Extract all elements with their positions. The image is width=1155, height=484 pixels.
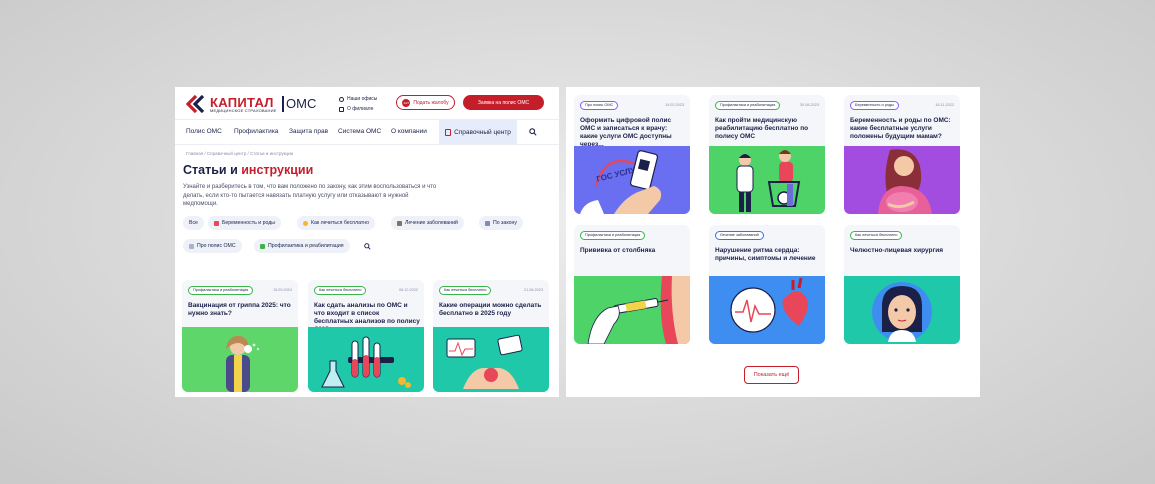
card-image (574, 276, 690, 344)
logo-mark-icon (186, 95, 205, 113)
card-date: 08.12.2022 (398, 288, 418, 292)
filter-chip-law[interactable]: По закону (479, 216, 523, 230)
brand-separator (282, 96, 284, 112)
offices-link[interactable]: Наши офисы (339, 94, 377, 104)
vaccine-syringe-illustration-icon (587, 276, 690, 344)
about-branch-link[interactable]: О филиале (339, 104, 377, 114)
page-intro: Узнайте и разберитесь в том, что вам пол… (183, 184, 437, 207)
test-tubes-illustration-icon (321, 336, 411, 388)
brand-subtitle: МЕДИЦИНСКОЕ СТРАХОВАНИЕ (210, 108, 277, 113)
card-title[interactable]: Прививка от столбняка (580, 247, 686, 255)
header-links: Наши офисы О филиале (339, 94, 377, 114)
card-tag[interactable]: Про полис ОМС (580, 101, 619, 110)
card-title[interactable]: Беременность и роды по ОМС: какие беспла… (850, 117, 956, 141)
card-title[interactable]: Оформить цифровой полис ОМС и записаться… (580, 117, 686, 149)
nav-item-policy[interactable]: Полис ОМС (186, 120, 222, 144)
main-nav: Полис ОМС Профилактика Защита прав Систе… (175, 119, 559, 145)
nav-item-prevention[interactable]: Профилактика (234, 120, 278, 144)
page-title: Статьи и инструкции (183, 163, 314, 177)
policy-card-icon (189, 243, 194, 249)
card-tag[interactable]: Профилактика и реабилитация (188, 286, 254, 295)
main-page-panel: КАПИТАЛ МЕДИЦИНСКОЕ СТРАХОВАНИЕ ОМС Наши… (175, 87, 559, 397)
filter-search-icon[interactable] (364, 243, 371, 250)
rehabilitation-bike-illustration-icon (736, 150, 801, 212)
articles-grid-panel: Про полис ОМС 14.02.2023 Оформить цифров… (566, 87, 980, 397)
document-icon (339, 106, 344, 112)
card-date: 15.09.2024 (272, 288, 292, 292)
card-tag[interactable]: Профилактика и реабилитация (715, 101, 781, 110)
card-title[interactable]: Как пройти медицинскую реабилитацию бесп… (715, 117, 821, 141)
card-title[interactable]: Какие операции можно сделать бесплатно в… (439, 302, 545, 318)
nav-item-help-center[interactable]: Справочный центр (439, 120, 517, 144)
filter-chip-all[interactable]: Все (183, 216, 204, 230)
sick-person-illustration-icon (226, 335, 260, 392)
complaint-button[interactable]: 24/7 Подать жалобу (396, 95, 455, 110)
article-card[interactable]: Как лечиться бесплатно 08.12.2022 Как сд… (308, 280, 424, 392)
card-image (709, 146, 825, 214)
card-date: 30.08.2023 (799, 103, 819, 107)
phone-gosuslugi-illustration-icon: ГОС УСЛУГИ (580, 150, 662, 214)
card-tag[interactable]: Беременность и роды (850, 101, 899, 110)
pregnant-woman-illustration-icon (878, 149, 932, 214)
brand-logo[interactable]: КАПИТАЛ МЕДИЦИНСКОЕ СТРАХОВАНИЕ ОМС (186, 94, 316, 114)
nav-item-system[interactable]: Система ОМС (338, 120, 381, 144)
card-image (433, 327, 549, 392)
card-title[interactable]: Нарушение ритма сердца: причины, симптом… (715, 247, 821, 263)
load-more-button[interactable]: Показать ещё (744, 366, 799, 384)
card-title[interactable]: Челюстно-лицевая хирургия (850, 247, 956, 255)
breadcrumb[interactable]: Главная / Справочный центр / Статьи и ин… (186, 151, 293, 156)
filter-chip-policy[interactable]: Про полис ОМС (183, 239, 242, 253)
article-card[interactable]: Как лечиться бесплатно 21.06.2023 Какие … (433, 280, 549, 392)
article-card[interactable]: Как лечиться бесплатно Челюстно-лицевая … (844, 225, 960, 344)
checkbox-icon (260, 243, 265, 249)
coin-icon (303, 220, 308, 226)
card-date: 21.06.2023 (523, 288, 543, 292)
medical-case-icon (397, 220, 402, 226)
heart-rhythm-illustration-icon (730, 277, 808, 333)
card-tag[interactable]: Как лечиться бесплатно (850, 231, 903, 240)
card-date: 18.11.2022 (935, 103, 954, 107)
card-tag[interactable]: Лечение заболеваний (715, 231, 764, 240)
filter-chip-diseases[interactable]: Лечение заболеваний (391, 216, 464, 230)
article-card[interactable]: Беременность и роды 18.11.2022 Беременно… (844, 95, 960, 214)
nav-item-rights[interactable]: Защита прав (289, 120, 328, 144)
card-image (844, 276, 960, 344)
article-card[interactable]: Профилактика и реабилитация 30.08.2023 К… (709, 95, 825, 214)
card-image (844, 146, 960, 214)
article-card[interactable]: Лечение заболеваний Нарушение ритма серд… (709, 225, 825, 344)
nav-item-company[interactable]: О компании (391, 120, 427, 144)
card-image: ГОС УСЛУГИ (574, 146, 690, 214)
book-icon (445, 128, 452, 136)
filter-chip-pregnancy[interactable]: Беременность и роды (208, 216, 281, 230)
search-icon[interactable] (529, 128, 537, 136)
card-tag[interactable]: Как лечиться бесплатно (314, 286, 367, 295)
pregnancy-icon (214, 220, 219, 226)
article-card[interactable]: Профилактика и реабилитация Прививка от … (574, 225, 690, 344)
site-header: КАПИТАЛ МЕДИЦИНСКОЕ СТРАХОВАНИЕ ОМС Наши… (175, 87, 559, 119)
card-image (182, 327, 298, 392)
apply-policy-button[interactable]: Заявка на полис ОМС (463, 95, 544, 110)
brand-oms: ОМС (286, 96, 317, 111)
card-tag[interactable]: Как лечиться бесплатно (439, 286, 492, 295)
card-image (709, 276, 825, 344)
surgery-illustration-icon (446, 334, 523, 389)
card-date: 14.02.2023 (664, 103, 684, 107)
location-pin-icon (339, 96, 344, 102)
article-card[interactable]: Про полис ОМС 14.02.2023 Оформить цифров… (574, 95, 690, 214)
face-surgery-illustration-icon (872, 282, 932, 342)
filter-chip-prevention[interactable]: Профилактика и реабилитация (254, 239, 350, 253)
scales-icon (485, 220, 490, 226)
badge-24-7-icon: 24/7 (402, 98, 411, 107)
filter-chip-free-treatment[interactable]: Как лечиться бесплатно (297, 216, 376, 230)
card-image (308, 327, 424, 392)
article-card[interactable]: Профилактика и реабилитация 15.09.2024 В… (182, 280, 298, 392)
card-title[interactable]: Вакцинация от гриппа 2025: что нужно зна… (188, 302, 294, 318)
card-tag[interactable]: Профилактика и реабилитация (580, 231, 646, 240)
